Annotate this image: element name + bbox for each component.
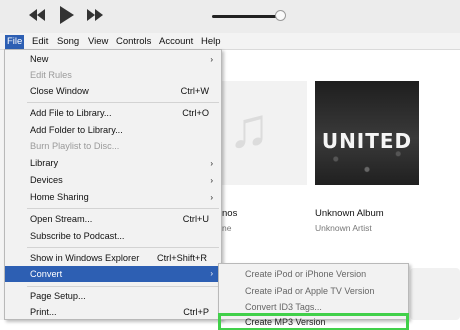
menu-help[interactable]: Help	[199, 35, 223, 49]
submenu-arrow-icon: ›	[210, 176, 213, 185]
menu-item-open-stream[interactable]: Open Stream... Ctrl+U	[5, 212, 221, 227]
player-toolbar	[0, 0, 460, 33]
submenu-arrow-icon: ›	[210, 269, 213, 278]
menu-item-page-setup[interactable]: Page Setup...	[5, 289, 221, 304]
rewind-icon[interactable]	[28, 8, 46, 24]
submenu-item-convert-id3-tags[interactable]: Convert ID3 Tags...	[219, 299, 408, 315]
menu-item-convert[interactable]: Convert ›	[5, 266, 221, 282]
shortcut-text: Ctrl+O	[182, 108, 209, 118]
menu-separator	[27, 208, 219, 209]
submenu-arrow-icon: ›	[210, 159, 213, 168]
file-menu: New › Edit Rules Close Window Ctrl+W Add F…	[4, 49, 222, 320]
submenu-item-create-mp3-version[interactable]: Create MP3 Version	[218, 313, 409, 330]
submenu-item-create-ipod-version[interactable]: Create iPod or iPhone Version	[219, 266, 408, 282]
menu-edit[interactable]: Edit	[30, 35, 50, 49]
menu-account[interactable]: Account	[157, 35, 195, 49]
shortcut-text: Ctrl+U	[182, 214, 209, 224]
menu-separator	[27, 247, 219, 248]
menu-bar: File Edit Song View Controls Account Hel…	[0, 33, 460, 50]
menu-item-new[interactable]: New ›	[5, 52, 221, 67]
menu-item-devices[interactable]: Devices ›	[5, 173, 221, 188]
album-artwork[interactable]: UNITED	[315, 81, 419, 185]
menu-item-show-in-explorer[interactable]: Show in Windows Explorer Ctrl+Shift+R	[5, 251, 221, 266]
menu-item-home-sharing[interactable]: Home Sharing ›	[5, 190, 221, 205]
menu-separator	[27, 102, 219, 103]
shortcut-text: Ctrl+Shift+R	[156, 253, 207, 263]
submenu-arrow-icon: ›	[210, 193, 213, 202]
menu-item-add-folder[interactable]: Add Folder to Library...	[5, 123, 221, 138]
menu-view[interactable]: View	[86, 35, 110, 49]
album-artwork-logo: UNITED	[321, 129, 413, 153]
menu-separator	[27, 286, 219, 287]
music-note-icon: ♫	[228, 96, 270, 159]
volume-slider-thumb[interactable]	[275, 10, 286, 21]
submenu-arrow-icon: ›	[210, 55, 213, 64]
menu-item-add-file[interactable]: Add File to Library... Ctrl+O	[5, 106, 221, 121]
album-title[interactable]: Unknown Album	[315, 208, 384, 219]
album-artist-partial: ne	[222, 223, 232, 233]
menu-item-close-window[interactable]: Close Window Ctrl+W	[5, 84, 221, 99]
shortcut-text: Ctrl+P	[183, 307, 209, 317]
menu-item-edit-rules: Edit Rules	[30, 70, 72, 80]
menu-item-library[interactable]: Library ›	[5, 156, 221, 171]
volume-slider[interactable]	[212, 15, 280, 18]
menu-file[interactable]: File	[5, 35, 25, 49]
album-card-partial[interactable]	[410, 268, 460, 320]
menu-item-burn-playlist: Burn Playlist to Disc...	[30, 141, 120, 151]
album-title-partial: nos	[222, 208, 238, 219]
shortcut-text: Ctrl+W	[180, 86, 209, 96]
menu-song[interactable]: Song	[55, 35, 81, 49]
menu-item-subscribe-podcast[interactable]: Subscribe to Podcast...	[5, 229, 221, 244]
play-icon[interactable]	[59, 5, 75, 27]
fast-forward-icon[interactable]	[86, 8, 104, 24]
submenu-item-create-ipad-version[interactable]: Create iPad or Apple TV Version	[219, 283, 408, 299]
convert-submenu: Create iPod or iPhone Version Create iPa…	[218, 263, 409, 330]
menu-item-print[interactable]: Print... Ctrl+P	[5, 305, 221, 320]
album-artist[interactable]: Unknown Artist	[315, 223, 372, 233]
menu-controls[interactable]: Controls	[114, 35, 153, 49]
